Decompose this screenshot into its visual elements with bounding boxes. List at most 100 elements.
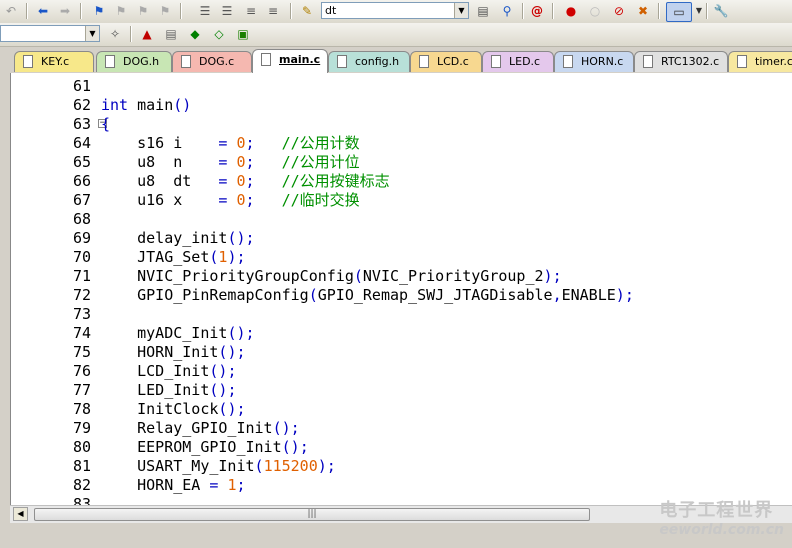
toolbar-separator [658, 3, 660, 19]
code-text: GPIO_PinRemapConfig(GPIO_Remap_SWJ_JTAGD… [101, 286, 634, 304]
tab-dog-c[interactable]: DOG.c [172, 51, 252, 72]
code-line[interactable]: 66 u8 dt = 0; //公用按键标志 [11, 172, 792, 191]
toolbar-main: ↶ ⬅ ➡ ⚑ ⚑ ⚑ ⚑ ☰ ☰ ≡ ≡ ✎ dt ▼ ▤ ⚲ @ ● ○ ⊘… [0, 0, 792, 24]
line-number: 63 [72, 115, 91, 133]
toolbar-separator [130, 26, 132, 42]
chevron-down-icon[interactable]: ▼ [454, 3, 468, 18]
forward-icon[interactable]: ➡ [56, 2, 74, 20]
code-text: InitClock(); [101, 400, 246, 418]
load-icon[interactable]: ▲ [138, 25, 156, 43]
code-line[interactable]: 78 InitClock(); [11, 400, 792, 419]
code-line[interactable]: 69 delay_init(); [11, 229, 792, 248]
tab-label: KEY.c [41, 55, 70, 68]
tab-main-c[interactable]: main.c [252, 49, 328, 73]
code-text: myADC_Init(); [101, 324, 255, 342]
kill-all-icon[interactable]: ✖ [634, 2, 652, 20]
code-line[interactable]: 71 NVIC_PriorityGroupConfig(NVIC_Priorit… [11, 267, 792, 286]
line-number: 71 [72, 267, 91, 285]
toolbar-build: ▼ ✧ ▲ ▤ ◆ ◇ ▣ [0, 23, 792, 47]
code-line[interactable]: 74 myADC_Init(); [11, 324, 792, 343]
code-line[interactable]: 64 s16 i = 0; //公用计数 [11, 134, 792, 153]
code-line[interactable]: 81 USART_My_Init(115200); [11, 457, 792, 476]
code-line[interactable]: 73 [11, 305, 792, 324]
tab-horn-c[interactable]: HORN.c [554, 51, 634, 72]
scrollbar-thumb[interactable]: ||| [34, 508, 590, 521]
tab-dog-h[interactable]: DOG.h [96, 51, 172, 72]
tab-label: LCD.c [437, 55, 469, 68]
tab-label: LED.c [509, 55, 541, 68]
find-combo[interactable]: dt ▼ [321, 2, 469, 19]
config-icon[interactable]: 🔧 [712, 2, 730, 20]
code-line[interactable]: 61 [11, 77, 792, 96]
line-number: 75 [72, 343, 91, 361]
file-icon [261, 53, 271, 66]
code-line[interactable]: 75 HORN_Init(); [11, 343, 792, 362]
scroll-left-icon[interactable]: ◀ [13, 507, 28, 521]
undo-icon[interactable]: ↶ [2, 2, 20, 20]
code-line[interactable]: 72 GPIO_PinRemapConfig(GPIO_Remap_SWJ_JT… [11, 286, 792, 305]
prev-bookmark-icon[interactable]: ⚑ [112, 2, 130, 20]
tab-led-c[interactable]: LED.c [482, 51, 554, 72]
line-number: 62 [72, 96, 91, 114]
line-number: 80 [72, 438, 91, 456]
target-combo[interactable]: ▼ [0, 25, 100, 42]
tab-rtc1302-c[interactable]: RTC1302.c [634, 51, 728, 72]
indent-icon[interactable]: ☰ [196, 2, 214, 20]
code-line[interactable]: 65 u8 n = 0; //公用计位 [11, 153, 792, 172]
code-text: HORN_EA = 1; [101, 476, 246, 494]
debug-icon[interactable]: @ [528, 2, 546, 20]
file-icon [491, 55, 501, 68]
line-number: 82 [72, 476, 91, 494]
bookmark-icon[interactable]: ⚑ [90, 2, 108, 20]
line-number: 67 [72, 191, 91, 209]
tab-timer-c[interactable]: timer.c [728, 51, 792, 72]
back-icon[interactable]: ⬅ [34, 2, 52, 20]
code-text: EEPROM_GPIO_Init(); [101, 438, 309, 456]
disabled-breakpoint-icon[interactable]: ○ [586, 2, 604, 20]
line-number: 69 [72, 229, 91, 247]
toolbar-separator [180, 3, 182, 19]
code-line[interactable]: 68 [11, 210, 792, 229]
unindent-icon[interactable]: ☰ [218, 2, 236, 20]
code-line[interactable]: 67 u16 x = 0; //临时交换 [11, 191, 792, 210]
file-tabs: KEY.c DOG.h DOG.c main.c config.h LCD.c … [0, 47, 792, 73]
find-combo-value: dt [325, 4, 337, 17]
line-number: 74 [72, 324, 91, 342]
file-icon [737, 55, 747, 68]
code-line[interactable]: 79 Relay_GPIO_Init(); [11, 419, 792, 438]
find-icon[interactable]: ⚲ [498, 2, 516, 20]
code-line[interactable]: 70 JTAG_Set(1); [11, 248, 792, 267]
code-line[interactable]: 82 HORN_EA = 1; [11, 476, 792, 495]
batch-icon[interactable]: ◇ [210, 25, 228, 43]
tab-key-c[interactable]: KEY.c [14, 51, 94, 72]
tab-config-h[interactable]: config.h [328, 51, 410, 72]
line-number: 72 [72, 286, 91, 304]
clear-bookmark-icon[interactable]: ⚑ [156, 2, 174, 20]
line-number: 78 [72, 400, 91, 418]
code-editor[interactable]: 61 62 int main() 63−{64 s16 i = 0; //公用计数 65… [10, 73, 792, 505]
code-line[interactable]: 63−{ [11, 115, 792, 134]
chevron-down-icon[interactable]: ▼ [85, 26, 99, 41]
code-text: USART_My_Init(115200); [101, 457, 336, 475]
rebuild-icon[interactable]: ◆ [186, 25, 204, 43]
uncomment-icon[interactable]: ≡ [264, 2, 282, 20]
code-text: JTAG_Set(1); [101, 248, 246, 266]
breakpoint-icon[interactable]: ● [562, 2, 580, 20]
code-line[interactable]: 62 int main() [11, 96, 792, 115]
tab-label: main.c [279, 53, 321, 66]
code-line[interactable]: 76 LCD_Init(); [11, 362, 792, 381]
code-line[interactable]: 77 LED_Init(); [11, 381, 792, 400]
download-icon[interactable]: ▣ [234, 25, 252, 43]
build-icon[interactable]: ▤ [162, 25, 180, 43]
code-line[interactable]: 80 EEPROM_GPIO_Init(); [11, 438, 792, 457]
kill-breakpoint-icon[interactable]: ⊘ [610, 2, 628, 20]
magic-wand-icon[interactable]: ✧ [106, 25, 124, 43]
line-number: 77 [72, 381, 91, 399]
tab-lcd-c[interactable]: LCD.c [410, 51, 482, 72]
incremental-find-icon[interactable]: ▤ [474, 2, 492, 20]
comment-icon[interactable]: ≡ [242, 2, 260, 20]
window-icon[interactable]: ▭ [666, 2, 692, 22]
line-number: 79 [72, 419, 91, 437]
next-bookmark-icon[interactable]: ⚑ [134, 2, 152, 20]
find-in-files-icon[interactable]: ✎ [298, 2, 316, 20]
